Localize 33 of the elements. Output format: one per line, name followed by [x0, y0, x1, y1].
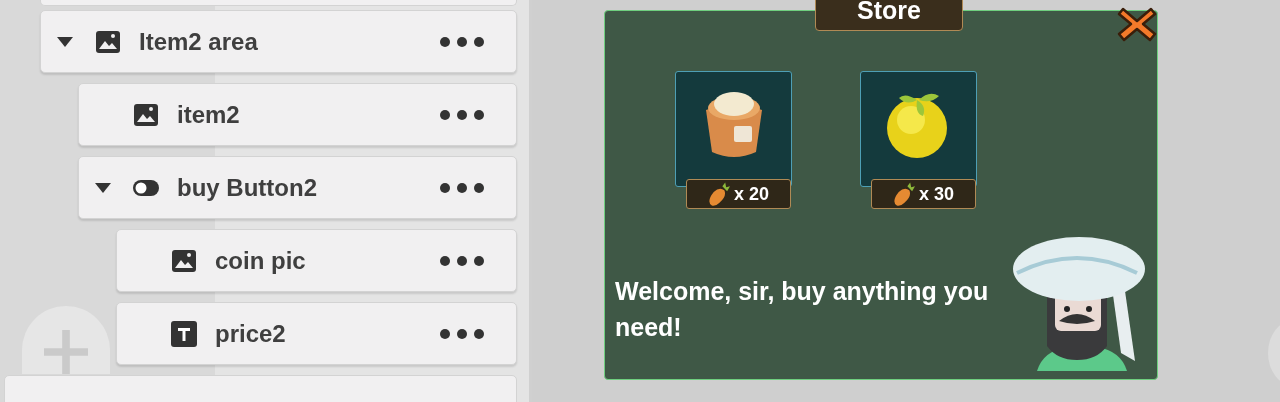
- toggle-icon: [133, 179, 159, 196]
- caret-icon[interactable]: [95, 182, 111, 193]
- carrot-icon: [707, 181, 730, 207]
- close-button[interactable]: [1117, 5, 1157, 43]
- store-title: Store: [815, 0, 963, 31]
- more-icon[interactable]: [440, 36, 484, 47]
- carrot-icon: [892, 181, 915, 207]
- more-icon[interactable]: [440, 255, 484, 266]
- more-icon[interactable]: [440, 328, 484, 339]
- price-text: x 30: [918, 182, 954, 206]
- more-icon[interactable]: [440, 182, 484, 193]
- image-icon: [95, 29, 121, 54]
- price-text: x 20: [733, 182, 769, 206]
- close-icon: [1117, 5, 1157, 43]
- image-icon: [133, 102, 159, 127]
- item-tile[interactable]: [860, 71, 977, 187]
- image-icon: [171, 248, 197, 273]
- welcome-message: Welcome, sir, buy anything you need!: [615, 276, 990, 343]
- item-tile[interactable]: [675, 71, 792, 187]
- tree-row[interactable]: coin pic: [116, 229, 517, 292]
- caret-icon[interactable]: [57, 36, 73, 47]
- layer-name: coin pic: [215, 245, 306, 276]
- tree-row[interactable]: price2: [116, 302, 517, 365]
- layer-name: price2: [215, 318, 286, 349]
- tree-row[interactable]: item2: [78, 83, 517, 146]
- more-icon[interactable]: [440, 109, 484, 120]
- tree-row[interactable]: Item2 area: [40, 10, 517, 73]
- layer-name: Item2 area: [139, 26, 258, 57]
- text-icon: [171, 320, 197, 347]
- layer-name: buy Button2: [177, 172, 317, 203]
- layer-name: item2: [177, 99, 240, 130]
- plus-icon: [44, 330, 88, 374]
- tree-row[interactable]: buy Button2: [78, 156, 517, 219]
